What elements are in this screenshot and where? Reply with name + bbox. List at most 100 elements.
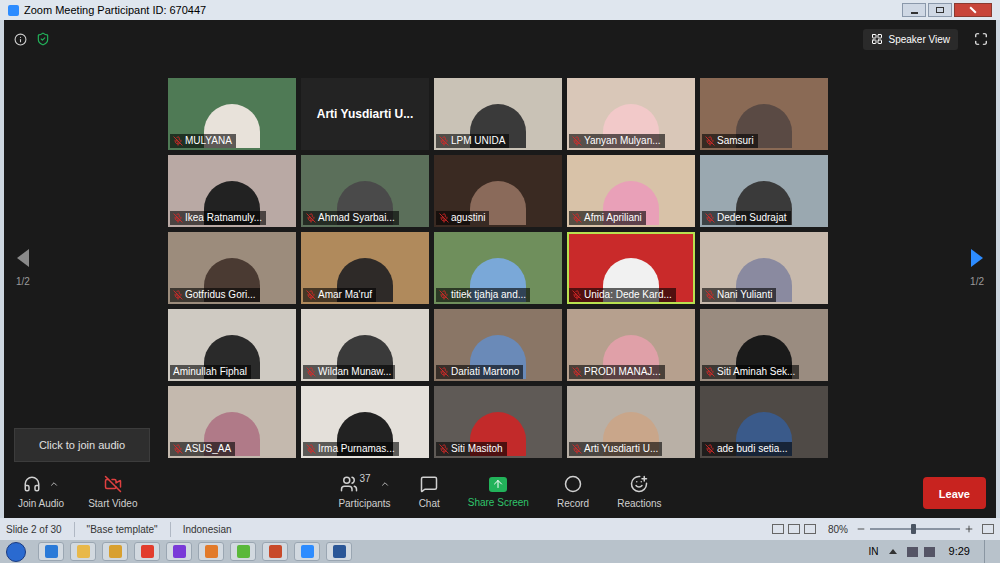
normal-view-icon[interactable] <box>772 524 784 534</box>
participant-name: Siti Aminah Sek... <box>717 366 795 378</box>
participant-name: MULYANA <box>185 135 232 147</box>
taskbar-app-icon[interactable] <box>70 542 96 561</box>
participant-label: Amar Ma'ruf <box>303 288 376 302</box>
title-bar: Zoom Meeting Participant ID: 670447 <box>0 0 1000 20</box>
muted-mic-icon <box>572 367 582 377</box>
participant-tile[interactable]: titiek tjahja and... <box>434 232 562 304</box>
window-title: Zoom Meeting Participant ID: 670447 <box>24 2 206 19</box>
previous-page[interactable]: 1/2 <box>4 78 168 458</box>
participant-tile[interactable]: Arti Yusdiarti U... <box>301 78 429 150</box>
participant-name: PRODI MANAJ... <box>584 366 661 378</box>
participant-tile[interactable]: Wildan Munaw... <box>301 309 429 381</box>
taskbar-app-icon[interactable] <box>38 542 64 561</box>
participant-name: Ahmad Syarbai... <box>318 212 395 224</box>
taskbar-app-icon[interactable] <box>326 542 352 561</box>
info-button[interactable] <box>12 31 28 47</box>
share-button[interactable]: Share Screen <box>460 477 537 510</box>
leave-button[interactable]: Leave <box>923 477 986 509</box>
toolbar-label: Start Video <box>88 496 137 511</box>
network-icon[interactable] <box>907 547 918 557</box>
encryption-shield-icon[interactable] <box>36 32 50 46</box>
speaker-view-button[interactable]: Speaker View <box>863 29 958 50</box>
participant-tile[interactable]: Afmi Apriliani <box>567 155 695 227</box>
video-button[interactable]: Start Video <box>80 475 145 511</box>
muted-mic-icon <box>306 444 316 454</box>
muted-mic-icon <box>306 367 316 377</box>
taskbar-app-icon[interactable] <box>230 542 256 561</box>
reactions-icon <box>630 475 648 493</box>
clock[interactable]: 9:29 <box>949 543 970 560</box>
participant-tile[interactable]: ASUS_AA <box>168 386 296 458</box>
headphones-icon <box>23 475 41 493</box>
participant-name: Unida: Dede Kard... <box>584 289 672 301</box>
participant-name: Aminullah Fiphal <box>173 366 247 378</box>
minimize-button[interactable] <box>902 3 926 17</box>
participant-tile[interactable]: Dariati Martono <box>434 309 562 381</box>
participant-tile[interactable]: MULYANA <box>168 78 296 150</box>
participant-tile[interactable]: Deden Sudrajat <box>700 155 828 227</box>
show-desktop-button[interactable] <box>984 540 994 563</box>
tray-arrow-icon[interactable] <box>889 549 897 554</box>
taskbar-app-icon[interactable] <box>262 542 288 561</box>
taskbar-app-icon[interactable] <box>102 542 128 561</box>
chevron-up-icon[interactable] <box>49 479 59 489</box>
input-language[interactable]: IN <box>869 544 879 559</box>
zoom-out-icon[interactable] <box>856 524 866 534</box>
tooltip: Click to join audio <box>14 428 150 462</box>
participant-tile[interactable]: Samsuri <box>700 78 828 150</box>
desktop: Zoom Meeting Participant ID: 670447 Speak… <box>0 0 1000 563</box>
start-button[interactable] <box>6 542 26 562</box>
participant-tile[interactable]: Aminullah Fiphal <box>168 309 296 381</box>
chat-button[interactable]: Chat <box>411 475 448 511</box>
taskbar-app-icon[interactable] <box>294 542 320 561</box>
participant-label: Dariati Martono <box>436 365 523 379</box>
chat-icon <box>420 475 438 493</box>
chevron-up-icon[interactable] <box>380 479 390 489</box>
taskbar-app-icon[interactable] <box>166 542 192 561</box>
participant-tile[interactable]: Amar Ma'ruf <box>301 232 429 304</box>
taskbar-app-icon[interactable] <box>134 542 160 561</box>
next-page[interactable]: 1/2 <box>828 78 996 458</box>
volume-icon[interactable] <box>924 547 935 557</box>
participant-tile[interactable]: Siti Aminah Sek... <box>700 309 828 381</box>
toolbar-label: Participants <box>338 496 390 511</box>
reactions-button[interactable]: Reactions <box>609 475 669 511</box>
participant-tile[interactable]: Gotfridus Gori... <box>168 232 296 304</box>
participant-name: ade budi setia... <box>717 443 788 455</box>
participant-tile[interactable]: Yanyan Mulyan... <box>567 78 695 150</box>
close-button[interactable] <box>954 3 992 17</box>
participant-tile[interactable]: Siti Masitoh <box>434 386 562 458</box>
fit-icon[interactable] <box>982 524 994 534</box>
participant-label: Samsuri <box>702 134 758 148</box>
participant-name: Ikea Ratnamuly... <box>185 212 262 224</box>
participants-button[interactable]: 37Participants <box>330 475 398 511</box>
participant-tile[interactable]: Ahmad Syarbai... <box>301 155 429 227</box>
zoom-in-icon[interactable] <box>964 524 974 534</box>
participant-tile[interactable]: Ikea Ratnamuly... <box>168 155 296 227</box>
slideshow-icon[interactable] <box>804 524 816 534</box>
zoom-slider-thumb[interactable] <box>911 524 916 534</box>
participant-tile[interactable]: PRODI MANAJ... <box>567 309 695 381</box>
grid-icon <box>871 33 883 45</box>
participant-name: Samsuri <box>717 135 754 147</box>
participant-label: Deden Sudrajat <box>702 211 791 225</box>
record-button[interactable]: Record <box>549 475 597 511</box>
participant-tile[interactable]: Arti Yusdiarti U... <box>567 386 695 458</box>
video-off-icon <box>104 475 122 493</box>
zoom-slider[interactable] <box>870 524 960 534</box>
participant-tile[interactable]: agustini <box>434 155 562 227</box>
participant-name: Wildan Munaw... <box>318 366 391 378</box>
sorter-view-icon[interactable] <box>788 524 800 534</box>
muted-mic-icon <box>439 367 449 377</box>
participant-tile[interactable]: ade budi setia... <box>700 386 828 458</box>
participant-tile[interactable]: Unida: Dede Kard... <box>567 232 695 304</box>
participant-label: Gotfridus Gori... <box>170 288 260 302</box>
restore-button[interactable] <box>928 3 952 17</box>
participant-label: Ahmad Syarbai... <box>303 211 399 225</box>
taskbar-app-icon[interactable] <box>198 542 224 561</box>
participant-tile[interactable]: LPM UNIDA <box>434 78 562 150</box>
fullscreen-icon[interactable] <box>974 32 988 46</box>
participant-tile[interactable]: Irma Purnamas... <box>301 386 429 458</box>
participant-tile[interactable]: Nani Yulianti <box>700 232 828 304</box>
audio-button[interactable]: Join Audio <box>10 475 72 511</box>
